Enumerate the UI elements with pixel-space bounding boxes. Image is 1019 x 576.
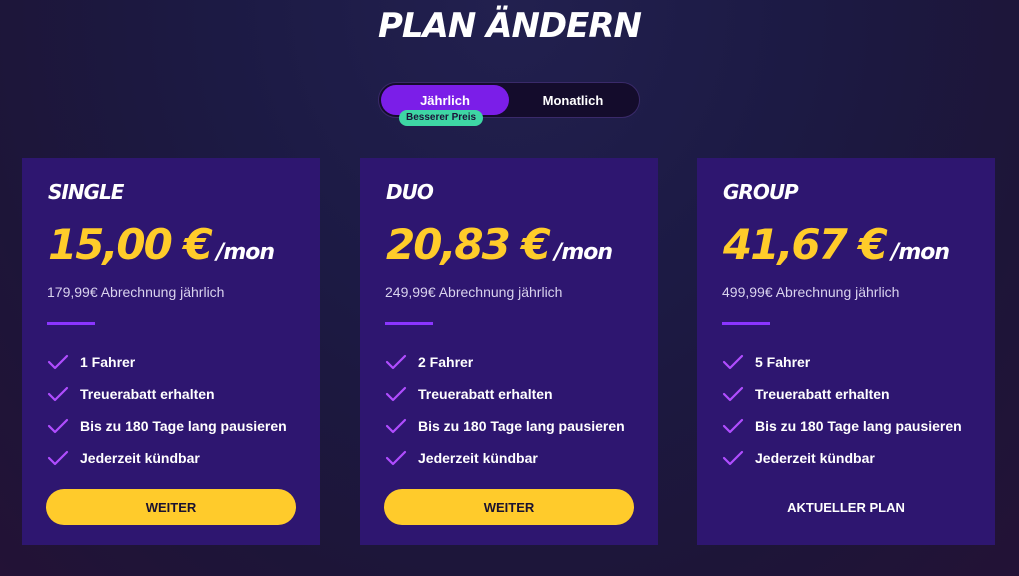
feature-item: 1 Fahrer <box>47 346 287 378</box>
check-icon <box>385 385 407 403</box>
feature-list: 1 Fahrer Treuerabatt erhalten Bis zu 180… <box>47 346 287 474</box>
check-icon <box>385 353 407 371</box>
plan-card-single: SINGLE 15,00 € /mon 179,99€ Abrechnung j… <box>22 158 320 545</box>
page-title: PLAN ÄNDERN <box>377 6 642 46</box>
check-icon <box>47 449 69 467</box>
feature-item: Treuerabatt erhalten <box>47 378 287 410</box>
price-period: /mon <box>216 240 275 265</box>
current-plan-label: AKTUELLER PLAN <box>787 499 905 515</box>
check-icon <box>385 417 407 435</box>
feature-label: Jederzeit kündbar <box>80 450 200 466</box>
plan-card-group: GROUP 41,67 € /mon 499,99€ Abrechnung jä… <box>697 158 995 545</box>
feature-label: Bis zu 180 Tage lang pausieren <box>80 418 287 434</box>
check-icon <box>47 417 69 435</box>
divider <box>47 322 95 325</box>
feature-list: 2 Fahrer Treuerabatt erhalten Bis zu 180… <box>385 346 625 474</box>
divider <box>385 322 433 325</box>
feature-item: Bis zu 180 Tage lang pausieren <box>385 410 625 442</box>
plan-price: 41,67 € /mon <box>723 220 950 269</box>
feature-label: Treuerabatt erhalten <box>755 386 890 402</box>
feature-label: Bis zu 180 Tage lang pausieren <box>755 418 962 434</box>
feature-label: Bis zu 180 Tage lang pausieren <box>418 418 625 434</box>
check-icon <box>385 449 407 467</box>
feature-item: Treuerabatt erhalten <box>385 378 625 410</box>
billing-info: 179,99€ Abrechnung jährlich <box>47 284 225 300</box>
plan-card-duo: DUO 20,83 € /mon 249,99€ Abrechnung jähr… <box>360 158 658 545</box>
feature-label: Treuerabatt erhalten <box>80 386 215 402</box>
price-amount: 20,83 € <box>386 220 551 269</box>
feature-item: Bis zu 180 Tage lang pausieren <box>722 410 962 442</box>
feature-label: Treuerabatt erhalten <box>418 386 553 402</box>
price-period: /mon <box>554 240 613 265</box>
check-icon <box>722 449 744 467</box>
better-price-badge: Besserer Preis <box>399 110 484 126</box>
weiter-button[interactable]: WEITER <box>384 489 634 525</box>
divider <box>722 322 770 325</box>
feature-label: 1 Fahrer <box>80 354 136 370</box>
feature-item: 2 Fahrer <box>385 346 625 378</box>
feature-item: Bis zu 180 Tage lang pausieren <box>47 410 287 442</box>
feature-item: Jederzeit kündbar <box>385 442 625 474</box>
feature-item: 5 Fahrer <box>722 346 962 378</box>
price-amount: 41,67 € <box>723 220 888 269</box>
feature-item: Jederzeit kündbar <box>47 442 287 474</box>
feature-item: Treuerabatt erhalten <box>722 378 962 410</box>
toggle-monthly[interactable]: Monatlich <box>509 85 637 115</box>
price-period: /mon <box>891 240 950 265</box>
feature-label: 2 Fahrer <box>418 354 474 370</box>
feature-label: 5 Fahrer <box>755 354 811 370</box>
billing-info: 249,99€ Abrechnung jährlich <box>385 284 563 300</box>
check-icon <box>722 353 744 371</box>
feature-item: Jederzeit kündbar <box>722 442 962 474</box>
check-icon <box>722 385 744 403</box>
plan-name: SINGLE <box>48 180 124 204</box>
plan-name: GROUP <box>723 180 799 204</box>
check-icon <box>47 385 69 403</box>
feature-list: 5 Fahrer Treuerabatt erhalten Bis zu 180… <box>722 346 962 474</box>
price-amount: 15,00 € <box>48 220 213 269</box>
check-icon <box>47 353 69 371</box>
feature-label: Jederzeit kündbar <box>418 450 538 466</box>
check-icon <box>722 417 744 435</box>
billing-info: 499,99€ Abrechnung jährlich <box>722 284 900 300</box>
plan-price: 20,83 € /mon <box>386 220 613 269</box>
plan-price: 15,00 € /mon <box>48 220 275 269</box>
feature-label: Jederzeit kündbar <box>755 450 875 466</box>
plan-name: DUO <box>386 180 434 204</box>
weiter-button[interactable]: WEITER <box>46 489 296 525</box>
